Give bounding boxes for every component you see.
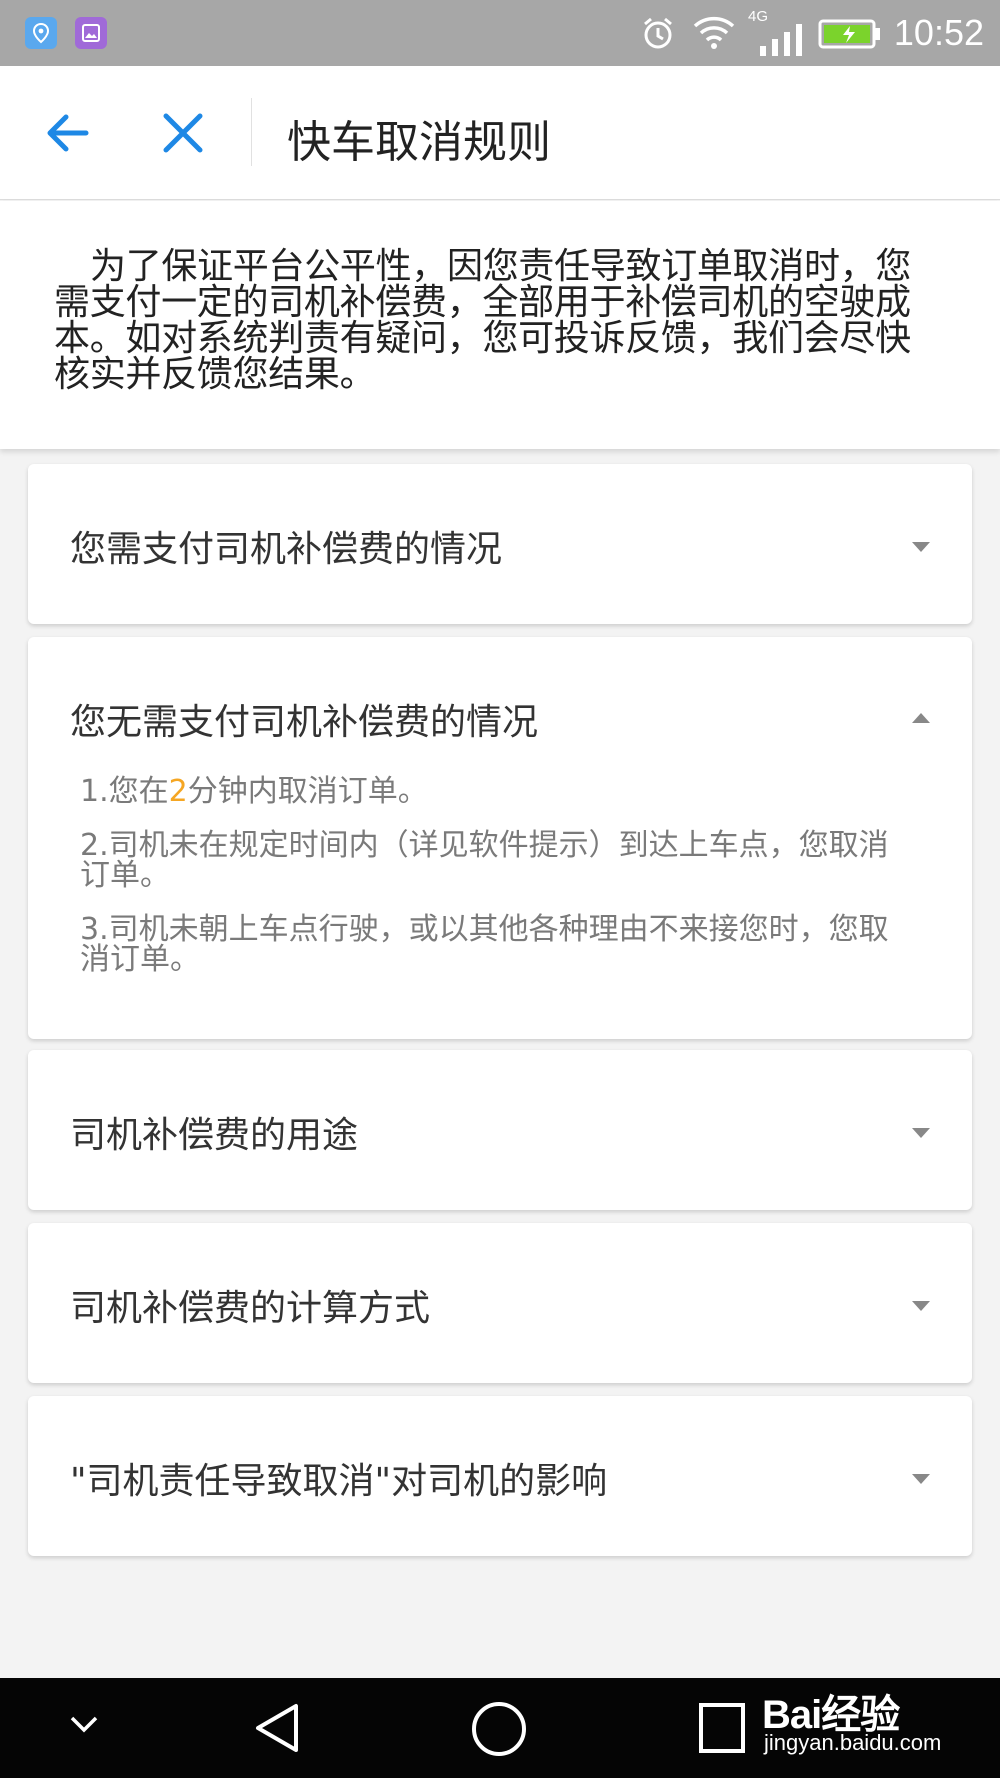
chevron-down-icon <box>912 1301 930 1311</box>
page-title: 快车取消规则 <box>287 117 551 168</box>
chevron-down-icon <box>912 542 930 552</box>
rules-list: 1.您在2分钟内取消订单。 2.司机未在规定时间内（详见软件提示）到达上车点，您… <box>80 777 900 999</box>
chevron-down-icon <box>912 1474 930 1484</box>
app-bar: 快车取消规则 <box>0 66 1000 200</box>
section-card-compensation-usage[interactable]: 司机补偿费的用途 <box>28 1050 972 1210</box>
location-app-icon <box>25 17 57 49</box>
section-card-no-compensation[interactable]: 您无需支付司机补偿费的情况 1.您在2分钟内取消订单。 2.司机未在规定时间内（… <box>28 637 972 1039</box>
section-title: "司机责任导致取消"对司机的影响 <box>70 1461 608 1502</box>
nav-home-button[interactable] <box>470 1700 528 1762</box>
back-button[interactable] <box>36 102 98 164</box>
rule-item: 2.司机未在规定时间内（详见软件提示）到达上车点，您取消订单。 <box>80 828 889 893</box>
section-title: 司机补偿费的计算方式 <box>70 1288 431 1329</box>
intro-text: 为了保证平台公平性，因您责任导致订单取消时，您需支付一定的司机补偿费，全部用于补… <box>54 246 912 395</box>
rule-highlight-number: 2 <box>168 774 188 809</box>
section-title: 司机补偿费的用途 <box>70 1115 359 1156</box>
arrow-left-icon <box>47 114 89 152</box>
nav-recents-button[interactable] <box>698 1702 746 1758</box>
rule-item: 3.司机未朝上车点行驶，或以其他各种理由不来接您时，您取消订单。 <box>80 912 889 977</box>
close-icon <box>163 113 203 153</box>
rule-item: 1.您在2分钟内取消订单。 <box>80 777 900 807</box>
rule-text: 1.您在 <box>80 774 169 809</box>
chevron-down-icon <box>70 1716 98 1733</box>
close-button[interactable] <box>152 102 214 164</box>
triangle-back-icon <box>256 1704 298 1752</box>
section-card-pay-compensation[interactable]: 您需支付司机补偿费的情况 <box>28 464 972 624</box>
watermark-url: jingyan.baidu.com <box>764 1730 942 1755</box>
gallery-app-icon <box>75 17 107 49</box>
status-bar: 4G 10:52 <box>0 0 1000 66</box>
section-card-calculation-method[interactable]: 司机补偿费的计算方式 <box>28 1223 972 1383</box>
section-card-driver-impact[interactable]: "司机责任导致取消"对司机的影响 <box>28 1396 972 1556</box>
hide-nav-button[interactable] <box>66 1712 102 1740</box>
header-divider <box>251 98 252 166</box>
status-time: 10:52 <box>893 12 984 53</box>
nav-back-button[interactable] <box>250 1700 306 1760</box>
intro-panel: 为了保证平台公平性，因您责任导致订单取消时，您需支付一定的司机补偿费，全部用于补… <box>0 201 1000 449</box>
circle-home-icon <box>472 1702 526 1756</box>
chevron-down-icon <box>912 1128 930 1138</box>
watermark: Bai经验 jingyan.baidu.com <box>762 1672 986 1772</box>
square-recents-icon <box>699 1703 745 1753</box>
section-title: 您无需支付司机补偿费的情况 <box>70 702 539 743</box>
chevron-up-icon <box>912 713 930 723</box>
rule-text: 分钟内取消订单。 <box>187 774 428 809</box>
cellular-signal-icon: 4G <box>748 8 804 74</box>
section-title: 您需支付司机补偿费的情况 <box>70 529 503 570</box>
